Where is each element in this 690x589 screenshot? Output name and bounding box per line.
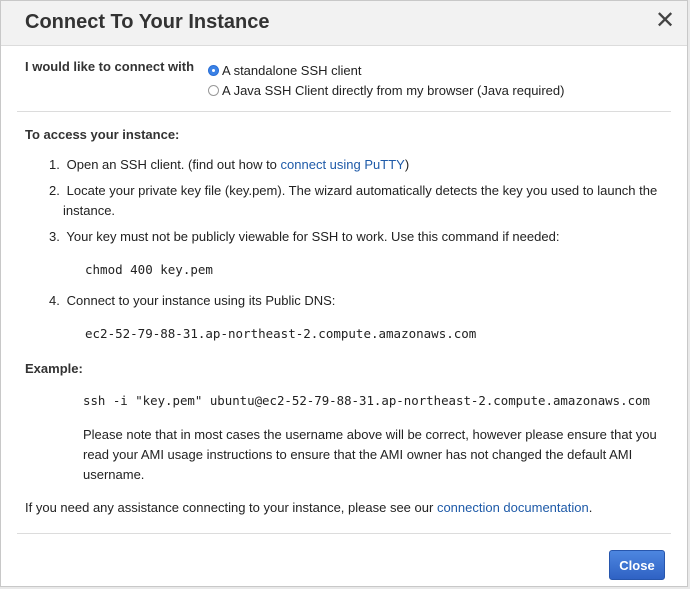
close-button[interactable]: Close bbox=[609, 550, 665, 580]
assistance-prefix: If you need any assistance connecting to… bbox=[25, 500, 437, 515]
step-text-continued: instance. bbox=[63, 203, 116, 218]
step-text: Connect to your instance using its Publi… bbox=[66, 293, 336, 308]
connect-method-radio-group: A standalone SSH client A Java SSH Clien… bbox=[208, 60, 564, 100]
step-text: Your key must not be publicly viewable f… bbox=[66, 229, 560, 244]
step-2: 2. Locate your private key file (key.pem… bbox=[49, 181, 669, 221]
radio-option-java-ssh[interactable]: A Java SSH Client directly from my brows… bbox=[208, 80, 564, 100]
connect-with-label: I would like to connect with bbox=[25, 59, 195, 74]
divider bbox=[17, 111, 671, 112]
step-number: 3. bbox=[49, 229, 60, 244]
footer-divider bbox=[17, 533, 671, 534]
step-text-after: ) bbox=[404, 157, 410, 172]
dialog-header: Connect To Your Instance ✕ bbox=[1, 1, 687, 46]
access-heading: To access your instance: bbox=[25, 127, 180, 142]
step-number: 4. bbox=[49, 293, 60, 308]
radio-checked-icon[interactable] bbox=[208, 64, 219, 76]
step-text: Open an SSH client. (find out how to bbox=[66, 157, 281, 172]
step-number: 2. bbox=[49, 183, 60, 198]
dialog-title: Connect To Your Instance bbox=[25, 11, 270, 33]
note-line: Please note that in most cases the usern… bbox=[83, 427, 657, 442]
radio-option-standalone-ssh[interactable]: A standalone SSH client bbox=[208, 60, 564, 80]
close-icon[interactable]: ✕ bbox=[651, 7, 679, 35]
assistance-text: If you need any assistance connecting to… bbox=[25, 500, 592, 515]
radio-label: A standalone SSH client bbox=[222, 62, 362, 78]
step-4: 4. Connect to your instance using its Pu… bbox=[49, 291, 669, 311]
chmod-command: chmod 400 key.pem bbox=[85, 262, 213, 277]
connection-documentation-link[interactable]: connection documentation bbox=[437, 500, 589, 515]
step-1: 1. Open an SSH client. (find out how to … bbox=[49, 155, 669, 175]
radio-label: A Java SSH Client directly from my brows… bbox=[222, 82, 565, 98]
note-line: read your AMI usage instructions to ensu… bbox=[83, 447, 633, 462]
step-number: 1. bbox=[49, 157, 60, 172]
public-dns: ec2-52-79-88-31.ap-northeast-2.compute.a… bbox=[85, 326, 477, 341]
step-text: Locate your private key file (key.pem). … bbox=[66, 183, 658, 198]
connect-dialog: Connect To Your Instance ✕ I would like … bbox=[0, 0, 688, 587]
username-note: Please note that in most cases the usern… bbox=[83, 425, 665, 485]
connect-using-putty-link[interactable]: connect using PuTTY bbox=[281, 157, 405, 172]
note-line: username. bbox=[83, 467, 145, 482]
step-3: 3. Your key must not be publicly viewabl… bbox=[49, 227, 669, 247]
example-heading: Example: bbox=[25, 361, 83, 376]
radio-unchecked-icon[interactable] bbox=[208, 84, 219, 96]
ssh-example-command: ssh -i "key.pem" ubuntu@ec2-52-79-88-31.… bbox=[83, 393, 650, 408]
assistance-suffix: . bbox=[588, 500, 593, 515]
